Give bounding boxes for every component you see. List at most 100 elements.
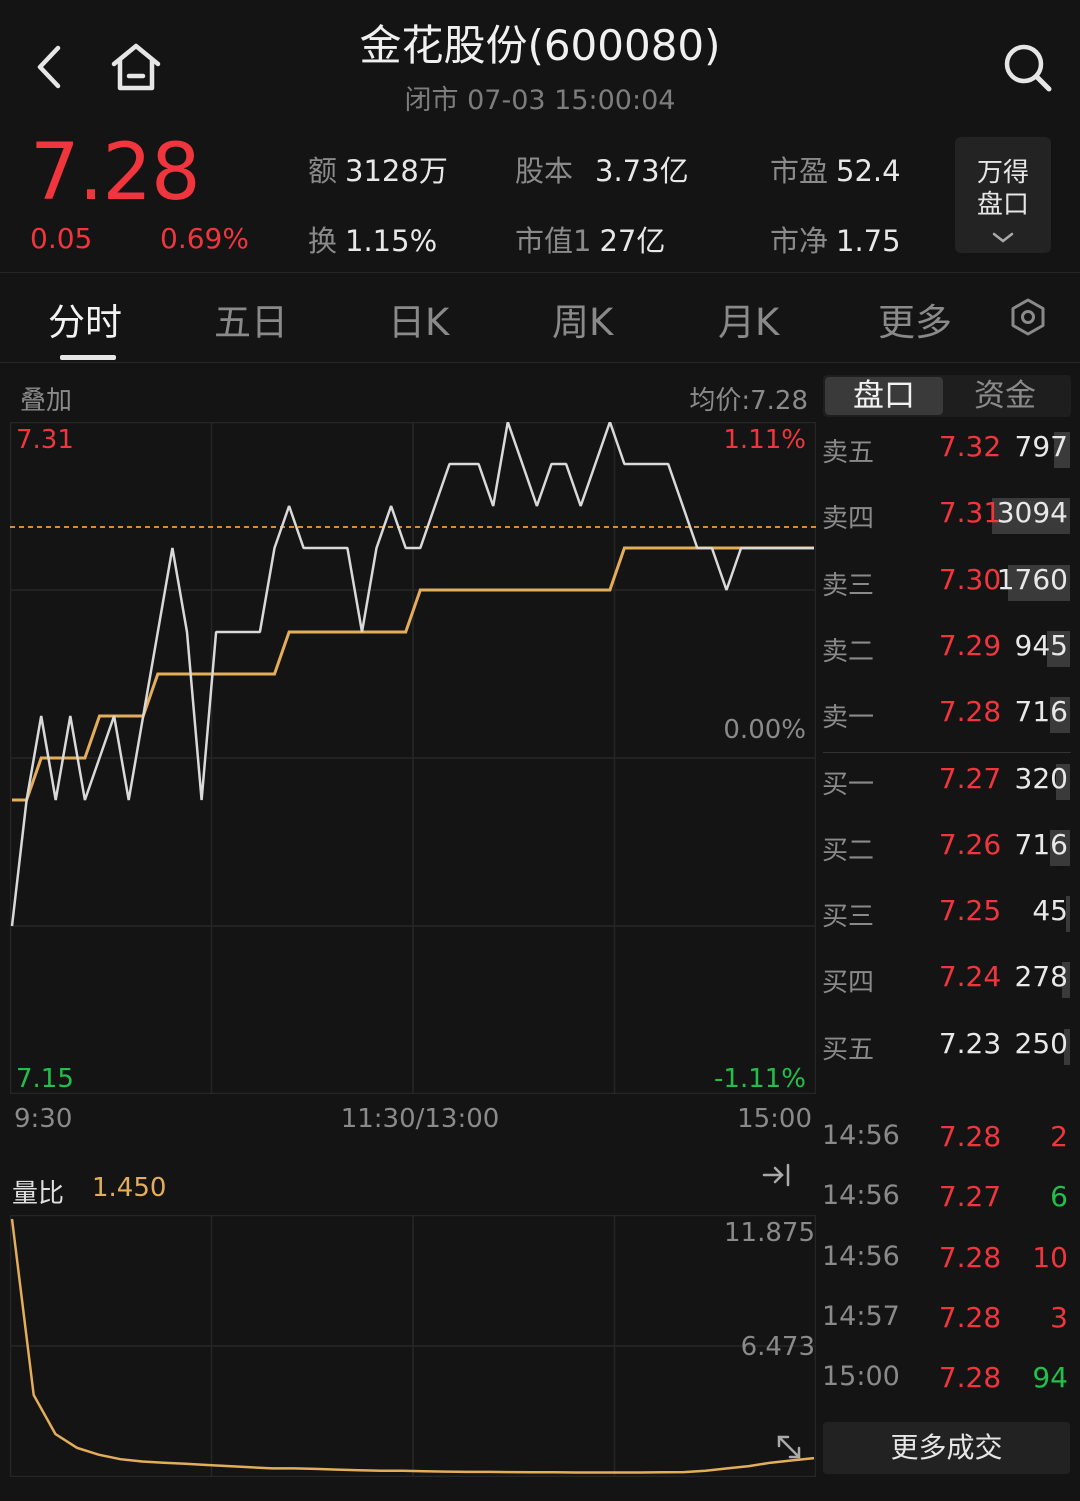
level-volume: 3094	[996, 496, 1068, 530]
level-label: 卖三	[822, 570, 875, 601]
bid-row-1[interactable]: 买一 7.27 320	[820, 762, 1072, 802]
level-price: 7.27	[938, 761, 1002, 795]
level-label: 买五	[822, 1034, 875, 1065]
x-axis-label-midday: 11:30/13:00	[340, 1104, 500, 1134]
trade-price: 7.28	[938, 1361, 1002, 1395]
level-volume: 716	[1014, 695, 1068, 729]
level-volume: 278	[1014, 960, 1068, 994]
trade-volume: 6	[1050, 1180, 1068, 1214]
level-label: 卖四	[822, 504, 875, 535]
level-volume: 716	[1014, 827, 1068, 861]
level-volume: 320	[1014, 761, 1068, 795]
level-price: 7.25	[938, 894, 1002, 928]
tab-five-day[interactable]: 五日	[214, 292, 288, 346]
level-volume: 945	[1014, 628, 1068, 662]
trade-price: 7.28	[938, 1240, 1002, 1274]
current-price: 7.28	[30, 128, 201, 218]
trade-volume: 3	[1050, 1300, 1068, 1334]
bid-row-3[interactable]: 买三 7.25 45	[820, 894, 1072, 934]
volume-ratio-chart[interactable]	[10, 1215, 816, 1477]
ask-row-3[interactable]: 卖三 7.30 1760	[820, 563, 1072, 603]
level-label: 卖一	[822, 703, 875, 734]
divider	[0, 362, 1080, 363]
pct-axis-zero-label: 0.00%	[723, 715, 806, 745]
level-volume: 1760	[996, 562, 1068, 596]
trade-price: 7.28	[938, 1120, 1002, 1153]
level-label: 卖二	[822, 636, 875, 667]
tab-intraday[interactable]: 分时	[48, 292, 122, 346]
avg-price-label: 均价:7.28	[689, 386, 808, 416]
tab-daily-k[interactable]: 日K	[388, 292, 449, 346]
trade-time: 14:56	[822, 1180, 900, 1212]
y-axis-min-label: 7.15	[16, 1064, 74, 1094]
wind-pankou-button[interactable]: 万得 盘口	[955, 137, 1051, 253]
bid-row-2[interactable]: 买二 7.26 716	[820, 828, 1072, 868]
level-volume: 45	[1032, 894, 1068, 928]
tab-monthly-k[interactable]: 月K	[718, 292, 779, 346]
trade-time: 14:56	[822, 1120, 900, 1151]
x-axis-label-open: 9:30	[14, 1104, 73, 1134]
settings-icon[interactable]	[1008, 297, 1048, 337]
stat-market-cap: 市值1 27亿	[515, 224, 666, 258]
trade-time: 14:57	[822, 1300, 900, 1332]
level-price: 7.28	[938, 695, 1002, 729]
level-price: 7.24	[938, 960, 1002, 994]
market-status: 闭市 07-03 15:00:04	[404, 85, 676, 116]
level-label: 买三	[822, 902, 875, 933]
trade-row: 14:56 7.27 6	[820, 1180, 1072, 1220]
pct-axis-min-label: -1.11%	[714, 1064, 806, 1094]
chevron-down-icon	[992, 232, 1014, 243]
trade-row: 15:00 7.28 94	[820, 1361, 1072, 1401]
ask-row-5[interactable]: 卖五 7.32 797	[820, 430, 1072, 470]
jump-to-end-icon[interactable]	[760, 1160, 794, 1190]
trade-volume: 94	[1032, 1361, 1068, 1395]
trade-row: 14:56 7.28 2	[820, 1120, 1072, 1160]
stat-turnover-rate: 换 1.15%	[308, 224, 438, 258]
level-volume: 250	[1014, 1026, 1068, 1060]
wind-button-line2: 盘口	[976, 190, 1029, 220]
stat-turnover-amount: 额 3128万	[308, 154, 448, 188]
vol-axis-max-label: 11.875	[724, 1218, 815, 1248]
ask-row-1[interactable]: 卖一 7.28 716	[820, 695, 1072, 735]
level-price: 7.26	[938, 827, 1002, 861]
wind-button-line1: 万得	[976, 158, 1029, 188]
intraday-chart[interactable]	[10, 422, 816, 1094]
divider	[823, 752, 1071, 753]
price-change-percent: 0.69%	[160, 222, 249, 255]
overlay-button[interactable]: 叠加	[20, 380, 72, 417]
active-tab-indicator	[60, 355, 116, 360]
vol-chart-grid	[10, 1215, 816, 1477]
level-label: 买一	[822, 769, 875, 800]
ask-row-2[interactable]: 卖二 7.29 945	[820, 629, 1072, 669]
price-change: 0.05	[30, 222, 93, 255]
trade-price: 7.27	[938, 1180, 1002, 1214]
vol-ratio-label: 量比	[12, 1179, 65, 1209]
level-price: 7.29	[938, 628, 1002, 662]
stat-total-shares: 股本 3.73亿	[515, 154, 689, 188]
level-label: 买四	[822, 968, 875, 999]
divider	[0, 272, 1080, 273]
bid-row-5[interactable]: 买五 7.23 250	[820, 1027, 1072, 1067]
stat-pe-ratio: 市盈 52.4	[770, 154, 901, 188]
trade-time: 15:00	[822, 1361, 900, 1393]
vol-axis-mid-label: 6.473	[740, 1332, 815, 1362]
pct-axis-max-label: 1.11%	[723, 425, 806, 455]
level-label: 卖五	[822, 438, 875, 468]
tab-capital-flow[interactable]: 资金	[945, 377, 1065, 415]
stat-pb-ratio: 市净 1.75	[770, 224, 901, 258]
trade-price: 7.28	[938, 1300, 1002, 1334]
more-trades-button[interactable]: 更多成交	[823, 1422, 1070, 1474]
tab-more[interactable]: 更多	[878, 292, 952, 346]
tab-order-book[interactable]: 盘口	[825, 377, 943, 415]
tab-weekly-k[interactable]: 周K	[552, 292, 613, 346]
vol-ratio-value: 1.450	[92, 1173, 167, 1203]
bid-row-4[interactable]: 买四 7.24 278	[820, 960, 1072, 1000]
level-label: 买二	[822, 835, 875, 866]
page-title: 金花股份(600080)	[359, 21, 721, 70]
expand-icon[interactable]	[774, 1432, 804, 1462]
ask-row-4[interactable]: 卖四 7.31 3094	[820, 496, 1072, 536]
trade-row: 14:56 7.28 10	[820, 1241, 1072, 1281]
trade-volume: 2	[1050, 1120, 1068, 1153]
search-icon[interactable]	[1002, 42, 1054, 94]
trade-time: 14:56	[822, 1240, 900, 1272]
